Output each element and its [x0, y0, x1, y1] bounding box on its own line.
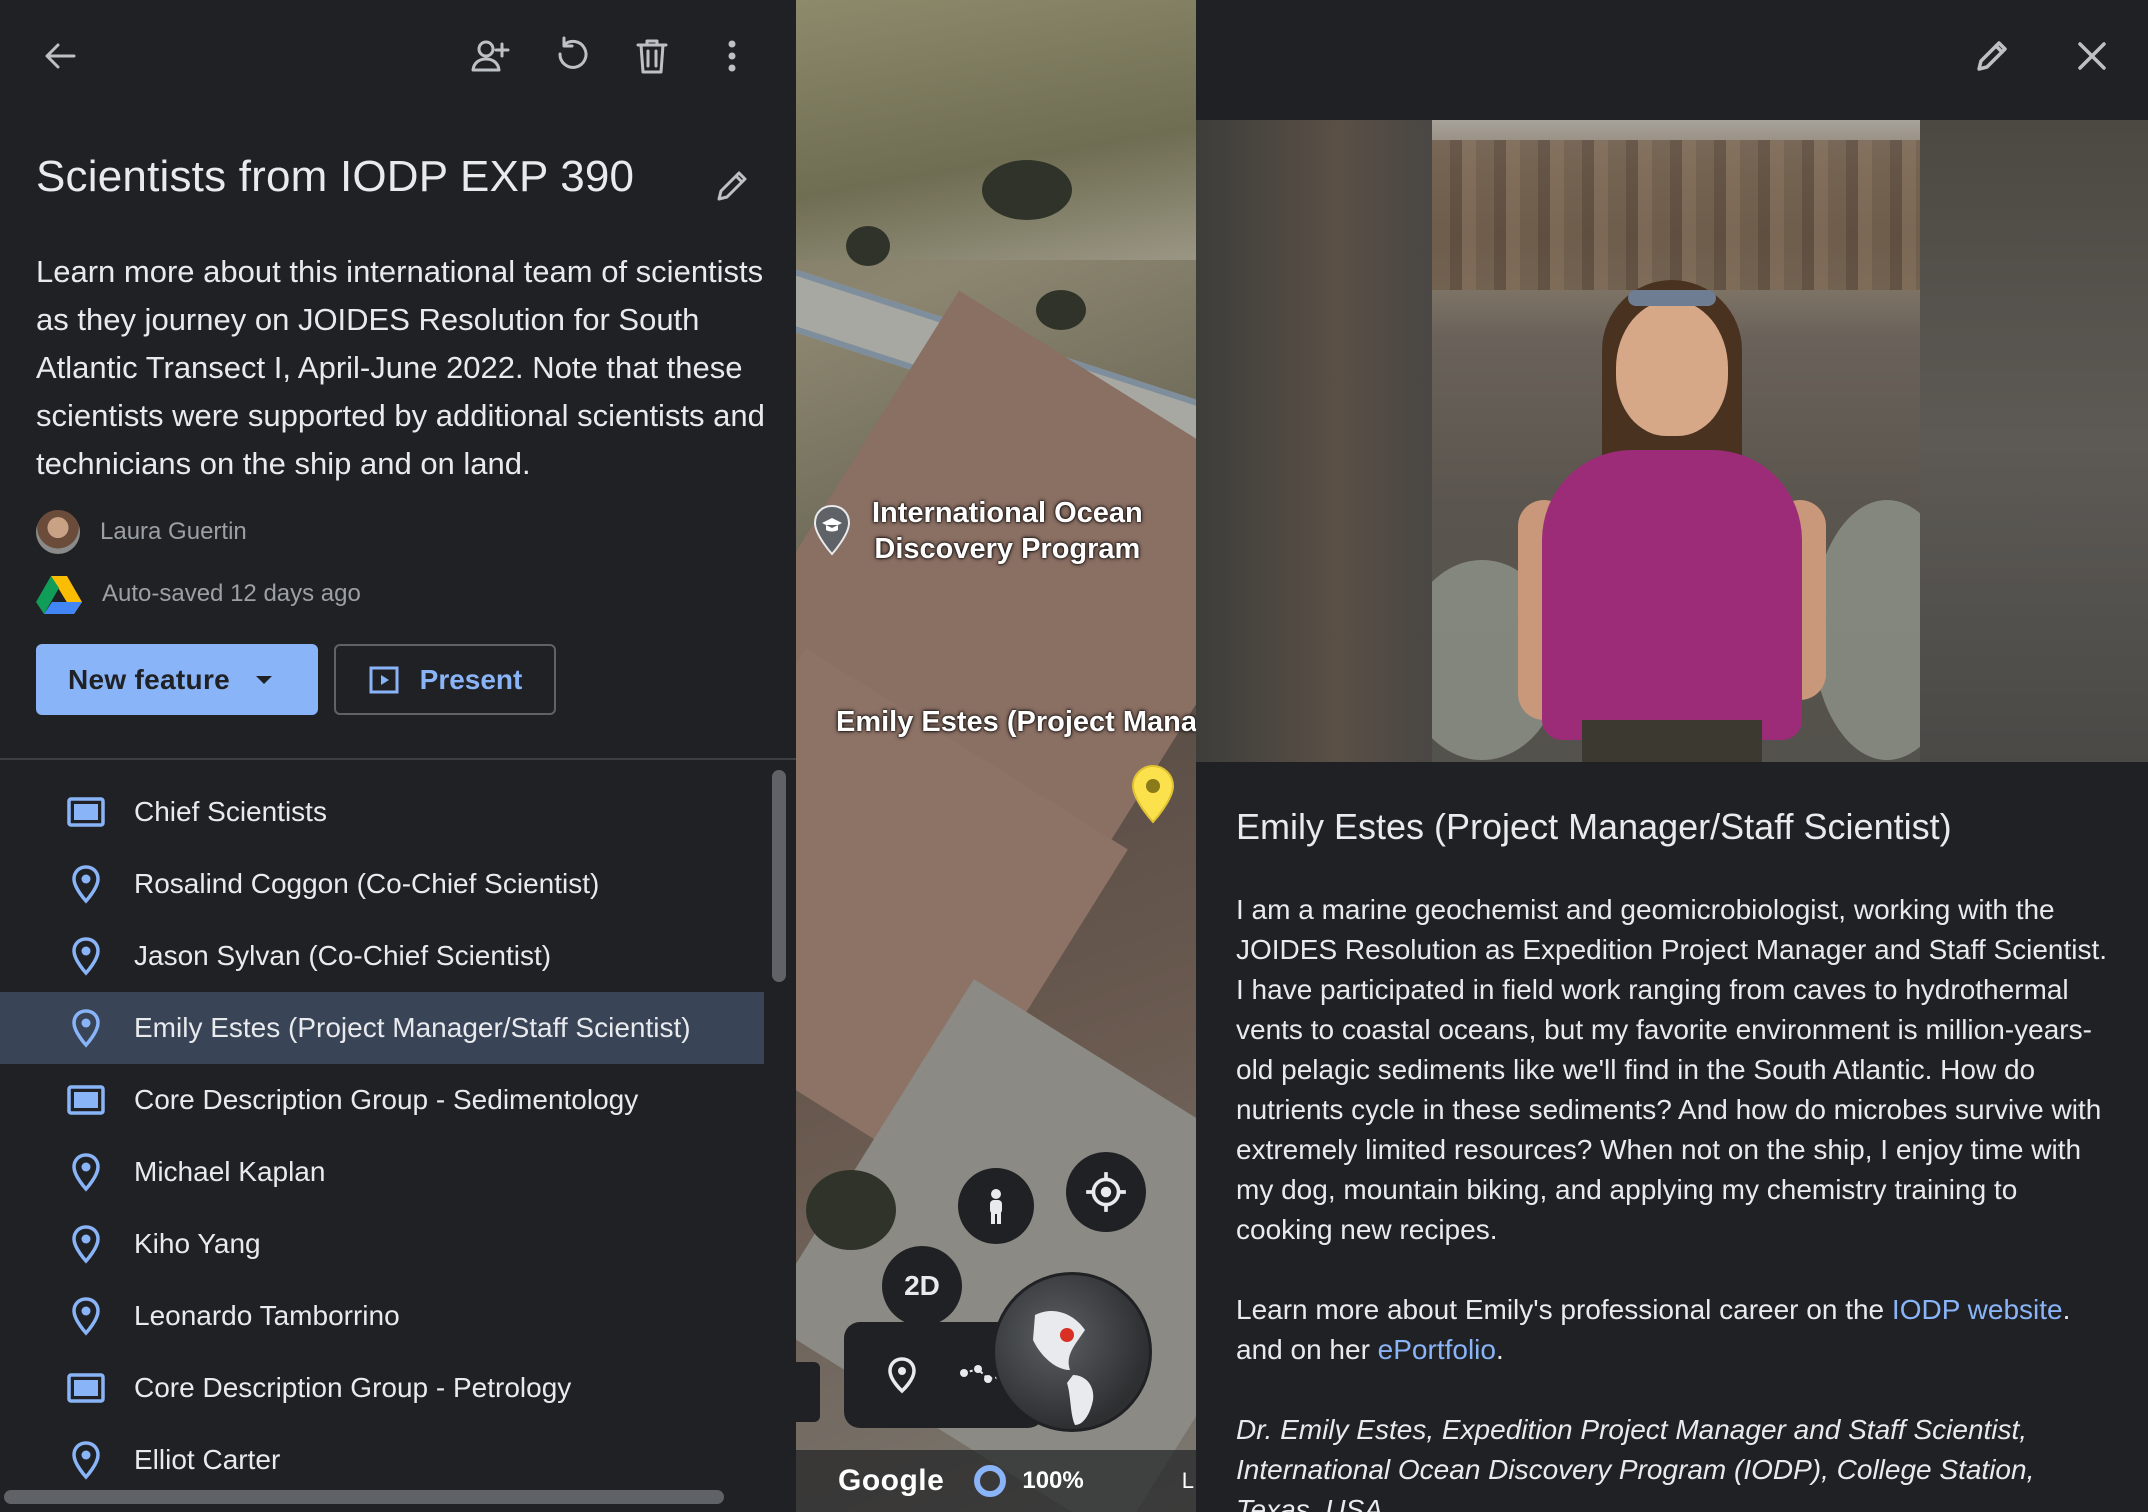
author-row: Laura Guertin — [36, 510, 247, 554]
selected-placemark-pin-icon[interactable] — [1130, 764, 1176, 824]
close-icon[interactable] — [2064, 28, 2120, 84]
panel-divider — [0, 758, 796, 760]
feature-list-item-label: Jason Sylvan (Co-Chief Scientist) — [134, 940, 552, 971]
feature-list-item[interactable]: Rosalind Coggon (Co-Chief Scientist) — [0, 848, 764, 920]
auto-save-status: Auto-saved 12 days ago — [102, 580, 361, 607]
placemark-icon — [66, 864, 106, 904]
feature-list-item[interactable]: Elliot Carter — [0, 1424, 764, 1496]
history-icon[interactable] — [544, 28, 600, 84]
project-title: Scientists from IODP EXP 390 — [36, 152, 635, 201]
map-place-label[interactable]: International Ocean Discovery Program — [872, 495, 1143, 567]
google-logo: Google — [838, 1464, 945, 1497]
present-slideshow-icon — [369, 666, 399, 693]
project-panel: Scientists from IODP EXP 390 Learn more … — [0, 0, 796, 1512]
edit-feature-pencil-icon[interactable] — [1964, 28, 2020, 84]
placemark-icon — [66, 1008, 106, 1048]
feature-list-item-label: Leonardo Tamborrino — [134, 1300, 400, 1331]
feature-list-item-label: Core Description Group - Petrology — [134, 1372, 572, 1403]
feature-list-item[interactable]: Kiho Yang — [0, 1208, 764, 1280]
feature-signature: Dr. Emily Estes, Expedition Project Mana… — [1236, 1414, 2035, 1512]
zoom-percent: 100% — [1022, 1467, 1084, 1494]
feature-list-item[interactable]: Core Description Group - Sedimentology — [0, 1064, 764, 1136]
feature-list-item[interactable]: Jason Sylvan (Co-Chief Scientist) — [0, 920, 764, 992]
feature-list-item-label: Core Description Group - Sedimentology — [134, 1084, 639, 1115]
share-add-person-icon[interactable] — [462, 28, 518, 84]
feature-list-item-label: Rosalind Coggon (Co-Chief Scientist) — [134, 868, 600, 899]
toggle-2d-button[interactable]: 2D — [882, 1246, 962, 1326]
pegman-street-view-icon[interactable] — [958, 1168, 1034, 1244]
feature-list-item[interactable]: Emily Estes (Project Manager/Staff Scien… — [0, 992, 764, 1064]
placemark-icon — [66, 936, 106, 976]
folder-icon — [66, 792, 106, 832]
placemark-icon — [66, 1296, 106, 1336]
google-drive-icon — [36, 576, 82, 614]
globe-minimap[interactable] — [992, 1272, 1152, 1432]
feature-list-item-label: Emily Estes (Project Manager/Staff Scien… — [134, 1012, 691, 1043]
new-feature-label: New feature — [68, 663, 231, 695]
place-marker-icon[interactable] — [812, 504, 852, 556]
feature-list-item-label: Kiho Yang — [134, 1228, 261, 1259]
present-label: Present — [419, 663, 523, 695]
feature-photo-area — [1196, 120, 2148, 762]
edit-title-pencil-icon[interactable] — [704, 158, 760, 214]
placemark-icon — [66, 1224, 106, 1264]
feature-detail-panel: Emily Estes (Project Manager/Staff Scien… — [1196, 0, 2148, 1512]
more-vert-icon[interactable] — [704, 28, 760, 84]
back-arrow-icon[interactable] — [32, 28, 88, 84]
feature-list-item-label: Chief Scientists — [134, 796, 327, 827]
map-footer: Google 100% L — [796, 1450, 1196, 1512]
my-location-icon[interactable] — [1066, 1152, 1146, 1232]
eportfolio-link[interactable]: ePortfolio — [1378, 1334, 1496, 1365]
placemark-icon — [66, 1440, 106, 1480]
trash-icon[interactable] — [624, 28, 680, 84]
save-status-row: Auto-saved 12 days ago — [36, 574, 361, 614]
feature-list-item[interactable]: Core Description Group - Petrology — [0, 1352, 764, 1424]
map-feature-label[interactable]: Emily Estes (Project Mana — [836, 704, 1196, 740]
feature-description: I am a marine geochemist and geomicrobio… — [1236, 894, 2108, 1245]
feature-list-item[interactable]: Leonardo Tamborrino — [0, 1280, 764, 1352]
placemark-icon — [66, 1152, 106, 1192]
feature-list-item[interactable]: Chief Scientists — [0, 776, 764, 848]
add-placemark-icon[interactable] — [882, 1355, 922, 1395]
feature-list: Chief Scientists Rosalind Coggon (Co-Chie… — [0, 776, 764, 1496]
feature-list-item-label: Elliot Carter — [134, 1444, 281, 1475]
dropdown-caret-icon — [256, 675, 273, 684]
present-button[interactable]: Present — [334, 644, 556, 715]
folder-icon — [66, 1080, 106, 1120]
collapse-panel-tab[interactable] — [796, 1362, 820, 1422]
author-name: Laura Guertin — [100, 518, 247, 545]
feature-photo[interactable] — [1432, 120, 1920, 762]
feature-list-item[interactable]: Michael Kaplan — [0, 1136, 764, 1208]
folder-icon — [66, 1368, 106, 1408]
loading-ring-icon — [974, 1465, 1007, 1497]
new-feature-button[interactable]: New feature — [36, 644, 318, 715]
attribution-fragment: L — [1181, 1468, 1194, 1493]
feature-list-item-label: Michael Kaplan — [134, 1156, 326, 1187]
map-view[interactable]: International Ocean Discovery Program Em… — [796, 0, 1196, 1512]
project-description: Learn more about this international team… — [36, 254, 765, 481]
author-avatar — [36, 510, 80, 554]
horizontal-scrollbar[interactable] — [4, 1490, 724, 1504]
iodp-website-link[interactable]: IODP website — [1892, 1294, 2063, 1325]
vertical-scrollbar[interactable] — [772, 770, 786, 982]
feature-title: Emily Estes (Project Manager/Staff Scien… — [1236, 806, 1952, 847]
feature-links-paragraph: Learn more about Emily's professional ca… — [1236, 1294, 2071, 1365]
